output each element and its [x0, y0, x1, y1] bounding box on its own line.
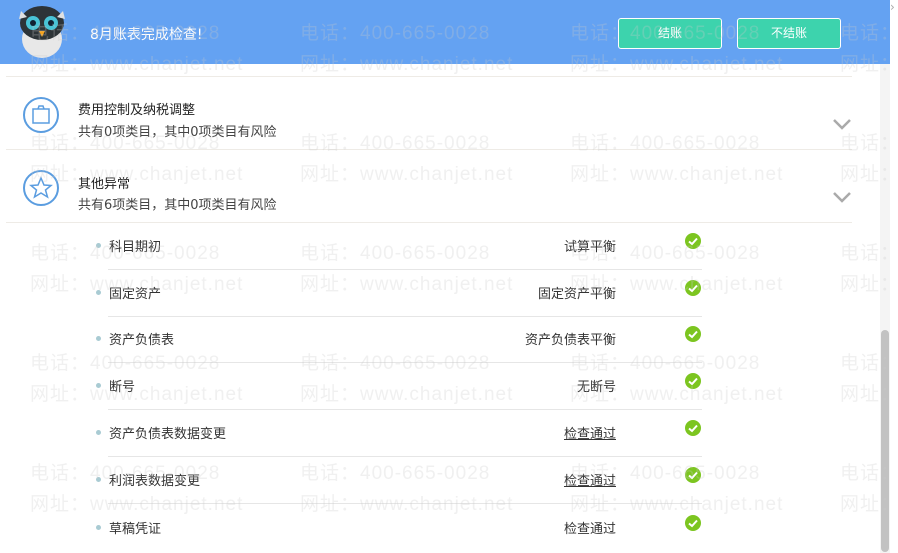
close-account-button[interactable]: 结账 — [618, 18, 722, 49]
check-circle-icon — [685, 326, 701, 342]
check-item: 固定资产 固定资产平衡 — [96, 270, 702, 317]
header-banner: 8月账表完成检查! 结账 不结账 — [0, 0, 890, 64]
bullet-icon — [96, 243, 101, 248]
header-title: 8月账表完成检查! — [90, 27, 203, 43]
section-subtitle: 共有6项类目，其中0项类目有风险 — [78, 198, 277, 213]
star-icon — [23, 170, 59, 206]
owl-icon — [19, 6, 65, 58]
check-item-result: 固定资产平衡 — [537, 287, 616, 302]
check-item-label: 断号 — [109, 380, 136, 395]
bullet-icon — [96, 430, 101, 435]
check-circle-icon — [685, 467, 701, 483]
divider — [6, 76, 852, 77]
check-item: 科目期初 试算平衡 — [96, 223, 702, 270]
check-circle-icon — [685, 233, 701, 249]
check-item-result[interactable]: 检查通过 — [564, 470, 616, 489]
divider — [108, 503, 702, 504]
watermark-text: 网址：www.chanjet.net — [300, 164, 514, 185]
section-title: 其他异常 — [78, 177, 131, 192]
no-close-account-button[interactable]: 不结账 — [737, 18, 841, 49]
close-icon[interactable]: › — [890, 0, 898, 20]
check-item-result: 资产负债表平衡 — [524, 333, 616, 348]
divider — [6, 149, 852, 150]
check-item-result: 无断号 — [576, 380, 616, 395]
check-circle-icon — [685, 373, 701, 389]
watermark-text: 电话：400-665-0028 — [300, 133, 491, 154]
scrollbar-thumb[interactable] — [881, 330, 889, 552]
check-item: 利润表数据变更 检查通过 — [96, 457, 702, 504]
bullet-icon — [96, 525, 101, 530]
clipboard-icon — [23, 97, 59, 133]
check-item-label: 资产负债表 — [109, 333, 175, 348]
check-item: 资产负债表数据变更 检查通过 — [96, 410, 702, 457]
bullet-icon — [96, 290, 101, 295]
check-item-label: 固定资产 — [109, 287, 162, 302]
check-item-label: 草稿凭证 — [109, 522, 162, 537]
check-item: 资产负债表 资产负债表平衡 — [96, 316, 702, 363]
bullet-icon — [96, 477, 101, 482]
section-subtitle: 共有0项类目，其中0项类目有风险 — [78, 125, 277, 140]
bullet-icon — [96, 336, 101, 341]
watermark-text: 网址：www.chanjet.net — [570, 164, 784, 185]
chevron-down-icon[interactable] — [832, 117, 852, 131]
check-item-label: 科目期初 — [109, 240, 162, 255]
check-item-result[interactable]: 检查通过 — [564, 423, 616, 442]
watermark-text: 网址：www.chanjet.net — [30, 164, 244, 185]
check-item-result: 检查通过 — [563, 522, 616, 537]
check-item: 草稿凭证 检查通过 — [96, 505, 702, 552]
check-item: 断号 无断号 — [96, 363, 702, 410]
chevron-down-icon[interactable] — [832, 190, 852, 204]
section-title: 费用控制及纳税调整 — [78, 103, 196, 118]
watermark-text: 电话：400-665-0028 — [570, 133, 761, 154]
check-item-result: 试算平衡 — [563, 240, 616, 255]
bullet-icon — [96, 383, 101, 388]
check-circle-icon — [685, 280, 701, 296]
check-item-label: 资产负债表数据变更 — [109, 427, 227, 442]
check-circle-icon — [685, 420, 701, 436]
check-circle-icon — [685, 515, 701, 531]
check-item-label: 利润表数据变更 — [109, 474, 201, 489]
